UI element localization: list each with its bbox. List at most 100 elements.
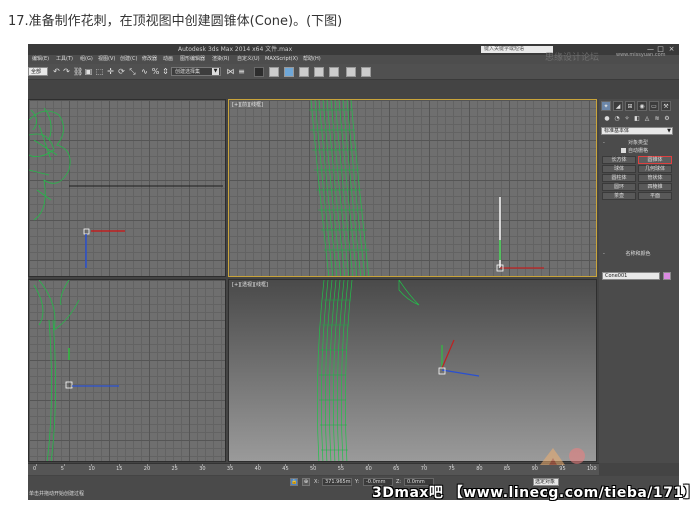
- object-color-swatch[interactable]: [663, 272, 671, 280]
- timeline-tick-label: 5: [60, 466, 64, 472]
- render-icon[interactable]: [361, 67, 371, 77]
- autogrid-checkbox[interactable]: 自动栅格: [621, 148, 648, 154]
- render-setup-icon[interactable]: [329, 67, 339, 77]
- command-panel-tabs: ✦ ◢ ⊞ ◉ ▭ ⚒: [601, 101, 677, 111]
- percent-snap-icon[interactable]: %: [151, 67, 160, 76]
- teapot-button[interactable]: 茶壶: [602, 192, 636, 200]
- timeline-tick-label: 75: [448, 466, 455, 472]
- object-name-field[interactable]: Cone001: [602, 272, 660, 280]
- cameras-icon[interactable]: ◧: [633, 115, 641, 123]
- timeline-tick-label: 60: [365, 466, 372, 472]
- menu-maxscript[interactable]: MAXScript(X): [265, 55, 298, 64]
- timeline-tick-label: 30: [199, 466, 206, 472]
- x-label: X:: [314, 479, 320, 485]
- cone-button[interactable]: 圆锥体: [638, 156, 672, 164]
- curve-editor-icon[interactable]: [284, 67, 294, 77]
- timeline-ruler[interactable]: 0 5 10 15 20 25 30 35 40 45 50 55 60 65 70 75 80 85 90 95 10…: [28, 463, 599, 475]
- chevron-down-icon: ▼: [212, 68, 219, 75]
- material-editor-icon[interactable]: [314, 67, 324, 77]
- box-button[interactable]: 长方体: [602, 156, 636, 164]
- hierarchy-tab-icon[interactable]: ⊞: [625, 101, 635, 111]
- viewport-perspective[interactable]: [+][透视][线框]: [228, 279, 597, 462]
- watermark-tieba: 3Dmax吧 【www.linecg.com/tieba/171】: [372, 485, 695, 501]
- menu-modifiers[interactable]: 修改器: [142, 55, 157, 64]
- plane-button[interactable]: 平面: [638, 192, 672, 200]
- motion-tab-icon[interactable]: ◉: [637, 101, 647, 111]
- menu-edit[interactable]: 编辑(E): [32, 55, 49, 64]
- graphite-icon[interactable]: [269, 67, 279, 77]
- menu-rendering[interactable]: 渲染(R): [212, 55, 229, 64]
- command-panel: ✦ ◢ ⊞ ◉ ▭ ⚒ ● ◔ ✧ ◧ ◬ ≋ ⚙ 标准基本体 ▼ - 对象类型 自…: [599, 99, 679, 463]
- top-viewport-scene: [29, 107, 223, 268]
- named-selection-dropdown[interactable]: 创建选择集 ▼: [171, 67, 221, 76]
- viewport-top[interactable]: [28, 99, 226, 277]
- menu-customize[interactable]: 自定义(U): [237, 55, 260, 64]
- name-color-rollout[interactable]: - 名称和颜色: [601, 251, 675, 258]
- object-type-rollout[interactable]: - 对象类型: [601, 140, 675, 147]
- max-window: Autodesk 3ds Max 2014 x64 文件.max 键入关键字或短…: [28, 44, 679, 500]
- geometry-icon[interactable]: ●: [603, 115, 611, 123]
- search-input[interactable]: 键入关键字或短语: [481, 46, 553, 53]
- left-viewport-scene: [33, 280, 119, 461]
- menu-create[interactable]: 创建(C): [120, 55, 137, 64]
- create-tab-icon[interactable]: ✦: [601, 101, 611, 111]
- scale-icon[interactable]: ⤡: [128, 67, 137, 76]
- timeline-tick-label: 40: [254, 466, 261, 472]
- viewport-left[interactable]: [28, 279, 226, 462]
- status-prompt: 单击并拖动开始创建过程: [29, 491, 85, 497]
- shapes-icon[interactable]: ◔: [613, 115, 621, 123]
- menu-views[interactable]: 视图(V): [98, 55, 115, 64]
- pyramid-button[interactable]: 四棱锥: [638, 183, 672, 191]
- x-coordinate-field[interactable]: 371.965mm: [322, 478, 352, 486]
- tube-button[interactable]: 管状体: [638, 174, 672, 182]
- menu-tools[interactable]: 工具(T): [56, 55, 73, 64]
- timeline-tick-label: 0: [33, 466, 37, 472]
- selection-filter-select[interactable]: 全部: [28, 67, 48, 76]
- category-select[interactable]: 标准基本体 ▼: [601, 127, 673, 135]
- move-icon[interactable]: ✛: [106, 67, 115, 76]
- timeline-tick-label: 15: [116, 466, 123, 472]
- timeline-tick-label: 85: [503, 466, 511, 472]
- select-region-icon[interactable]: ⬚: [95, 67, 104, 76]
- absolute-mode-icon[interactable]: ⊕: [302, 478, 310, 486]
- spinner-snap-icon[interactable]: ⇕: [161, 67, 170, 76]
- redo-icon[interactable]: ↷: [62, 67, 71, 76]
- helpers-icon[interactable]: ◬: [643, 115, 651, 123]
- geosphere-button[interactable]: 几何球体: [638, 165, 672, 173]
- viewport-front[interactable]: [+][前][线框]: [228, 99, 597, 277]
- timeline-tick-label: 55: [337, 466, 345, 472]
- select-icon[interactable]: ▣: [84, 67, 93, 76]
- y-label: Y:: [355, 479, 360, 485]
- systems-icon[interactable]: ⚙: [663, 115, 671, 123]
- step-caption: 17.准备制作花刺，在顶视图中创建圆锥体(Cone)。(下图): [8, 14, 343, 29]
- close-button[interactable]: ×: [667, 45, 676, 54]
- layer-manager-icon[interactable]: [254, 67, 264, 77]
- menu-animation[interactable]: 动画: [163, 55, 173, 64]
- rotate-icon[interactable]: ⟳: [117, 67, 126, 76]
- menu-graph-editors[interactable]: 图形编辑器: [180, 55, 205, 64]
- align-icon[interactable]: ≡: [237, 67, 246, 76]
- mirror-icon[interactable]: ⋈: [226, 67, 235, 76]
- cylinder-button[interactable]: 圆柱体: [602, 174, 636, 182]
- schematic-view-icon[interactable]: [299, 67, 309, 77]
- modify-tab-icon[interactable]: ◢: [613, 101, 623, 111]
- utilities-tab-icon[interactable]: ⚒: [661, 101, 671, 111]
- timeline-tick-label: 45: [282, 466, 289, 472]
- site-logo-icon: [540, 448, 585, 465]
- lights-icon[interactable]: ✧: [623, 115, 631, 123]
- lock-selection-icon[interactable]: 🔒: [290, 478, 298, 486]
- rendered-frame-icon[interactable]: [346, 67, 356, 77]
- sphere-button[interactable]: 球体: [602, 165, 636, 173]
- snap-icon[interactable]: ∿: [140, 67, 149, 76]
- perspective-viewport-scene: [316, 280, 480, 461]
- menu-help[interactable]: 帮助(H): [303, 55, 321, 64]
- timeline-tick-label: 70: [420, 466, 428, 472]
- undo-icon[interactable]: ↶: [52, 67, 61, 76]
- watermark-url: www.missyuan.com: [616, 52, 666, 58]
- timeline-tick-label: 35: [226, 466, 234, 472]
- link-icon[interactable]: ⛓: [73, 67, 83, 76]
- menu-group[interactable]: 组(G): [80, 55, 93, 64]
- spacewarps-icon[interactable]: ≋: [653, 115, 661, 123]
- display-tab-icon[interactable]: ▭: [649, 101, 659, 111]
- torus-button[interactable]: 圆环: [602, 183, 636, 191]
